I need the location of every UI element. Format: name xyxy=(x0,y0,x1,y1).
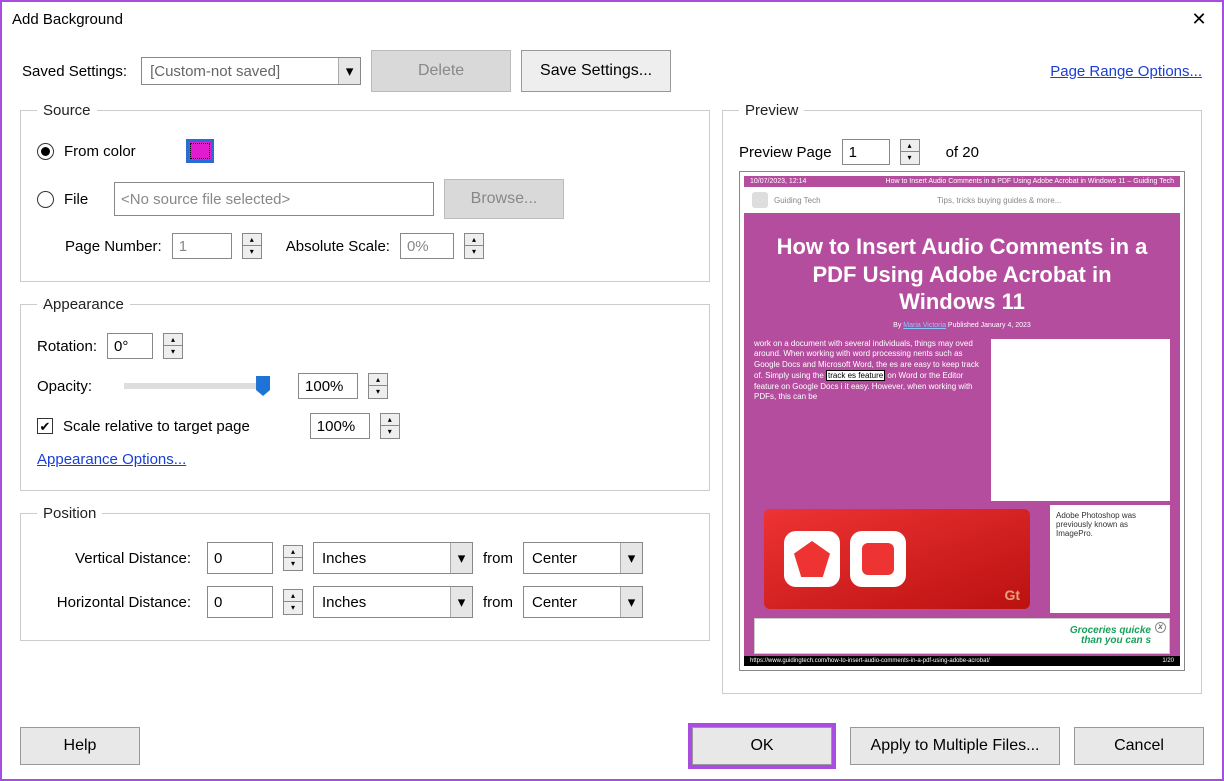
preview-page-total: of 20 xyxy=(946,144,979,161)
rotation-label: Rotation: xyxy=(37,338,97,355)
chevron-down-icon[interactable]: ▾ xyxy=(450,543,472,573)
vertical-distance-input[interactable] xyxy=(207,542,273,574)
close-icon[interactable]: ✕ xyxy=(1184,9,1214,30)
pv-foot-page: 1/20 xyxy=(1162,658,1174,664)
pv-app-banner: Gt xyxy=(764,509,1030,609)
browse-button: Browse... xyxy=(444,179,564,219)
save-settings-button[interactable]: Save Settings... xyxy=(521,50,671,92)
vertical-from-value: Center xyxy=(524,550,620,567)
pv-byline: By Maria Victoria Published January 4, 2… xyxy=(774,322,1150,329)
horizontal-unit-value: Inches xyxy=(314,594,450,611)
file-label: File xyxy=(64,191,104,208)
pv-hero-title: How to Insert Audio Comments in a PDF Us… xyxy=(774,233,1150,316)
pv-sidebar-note: Adobe Photoshop was previously known as … xyxy=(1050,505,1170,613)
acrobat-icon xyxy=(784,531,840,587)
appearance-legend: Appearance xyxy=(37,296,130,313)
horizontal-from-dropdown[interactable]: Center ▾ xyxy=(523,586,643,618)
chevron-down-icon[interactable]: ▾ xyxy=(620,543,642,573)
vertical-distance-label: Vertical Distance: xyxy=(37,550,197,567)
page-number-input xyxy=(172,233,232,259)
scale-relative-label: Scale relative to target page xyxy=(63,418,250,435)
page-number-spinner: ▴▾ xyxy=(242,233,262,259)
vertical-distance-spinner[interactable]: ▴▾ xyxy=(283,545,303,571)
page-range-options-link[interactable]: Page Range Options... xyxy=(1050,63,1202,80)
source-group: Source From color File Browse... Page Nu… xyxy=(20,102,710,282)
vertical-from-dropdown[interactable]: Center ▾ xyxy=(523,542,643,574)
preview-group: Preview Preview Page ▴▾ of 20 10/07/2023… xyxy=(722,102,1202,694)
from-color-label: From color xyxy=(64,143,136,160)
opacity-label: Opacity: xyxy=(37,378,92,395)
horizontal-distance-label: Horizontal Distance: xyxy=(37,594,197,611)
pv-sitename: Guiding Tech xyxy=(774,196,821,205)
opacity-input[interactable] xyxy=(298,373,358,399)
color-swatch[interactable] xyxy=(186,139,214,163)
chevron-down-icon[interactable]: ▾ xyxy=(450,587,472,617)
preview-legend: Preview xyxy=(739,102,804,119)
absolute-scale-label: Absolute Scale: xyxy=(286,238,390,255)
vertical-unit-value: Inches xyxy=(314,550,450,567)
file-radio[interactable] xyxy=(37,191,54,208)
preview-page-spinner[interactable]: ▴▾ xyxy=(900,139,920,165)
audio-icon xyxy=(850,531,906,587)
position-legend: Position xyxy=(37,505,102,522)
window-title: Add Background xyxy=(12,11,123,28)
ad-product-icon xyxy=(761,622,881,650)
position-group: Position Vertical Distance: ▴▾ Inches ▾ … xyxy=(20,505,710,641)
preview-page-input[interactable] xyxy=(842,139,890,165)
ad-close-icon: x xyxy=(1155,622,1166,633)
pv-top-title: How to Insert Audio Comments in a PDF Us… xyxy=(886,178,1174,185)
pv-tagline: Tips, tricks buying guides & more... xyxy=(827,196,1172,205)
apply-multiple-button[interactable]: Apply to Multiple Files... xyxy=(850,727,1060,765)
rotation-spinner[interactable]: ▴▾ xyxy=(163,333,183,359)
help-button[interactable]: Help xyxy=(20,727,140,765)
pv-image-placeholder xyxy=(991,339,1170,502)
file-path-input xyxy=(114,182,434,216)
horizontal-unit-dropdown[interactable]: Inches ▾ xyxy=(313,586,473,618)
from-color-radio[interactable] xyxy=(37,143,54,160)
appearance-options-link[interactable]: Appearance Options... xyxy=(37,451,186,468)
rotation-input[interactable] xyxy=(107,333,153,359)
opacity-spinner[interactable]: ▴▾ xyxy=(368,373,388,399)
pv-ad-banner: Groceries quickethan you can s x xyxy=(754,618,1170,654)
delete-button: Delete xyxy=(371,50,511,92)
saved-settings-value: [Custom-not saved] xyxy=(142,63,338,80)
site-logo-icon xyxy=(752,192,768,208)
page-number-label: Page Number: xyxy=(65,238,162,255)
from-label: from xyxy=(483,594,513,611)
appearance-group: Appearance Rotation: ▴▾ Opacity: ▴▾ ✔ Sc… xyxy=(20,296,710,491)
horizontal-distance-input[interactable] xyxy=(207,586,273,618)
pv-timestamp: 10/07/2023, 12:14 xyxy=(750,178,806,185)
pv-body-text: work on a document with several individu… xyxy=(754,339,981,502)
cancel-button[interactable]: Cancel xyxy=(1074,727,1204,765)
scale-relative-spinner[interactable]: ▴▾ xyxy=(380,413,400,439)
preview-thumbnail: 10/07/2023, 12:14 How to Insert Audio Co… xyxy=(739,171,1185,671)
saved-settings-dropdown[interactable]: [Custom-not saved] ▾ xyxy=(141,57,361,85)
pv-foot-url: https://www.guidingtech.com/how-to-inser… xyxy=(750,658,990,664)
scale-relative-input[interactable] xyxy=(310,413,370,439)
vertical-unit-dropdown[interactable]: Inches ▾ xyxy=(313,542,473,574)
slider-thumb-icon[interactable] xyxy=(256,376,270,396)
scale-relative-checkbox[interactable]: ✔ xyxy=(37,418,53,434)
saved-settings-label: Saved Settings: xyxy=(22,63,127,80)
source-legend: Source xyxy=(37,102,97,119)
horizontal-distance-spinner[interactable]: ▴▾ xyxy=(283,589,303,615)
preview-page-label: Preview Page xyxy=(739,144,832,161)
gt-watermark-icon: Gt xyxy=(1004,587,1020,603)
ok-button[interactable]: OK xyxy=(692,727,832,765)
chevron-down-icon[interactable]: ▾ xyxy=(338,58,360,84)
horizontal-from-value: Center xyxy=(524,594,620,611)
chevron-down-icon[interactable]: ▾ xyxy=(620,587,642,617)
opacity-slider[interactable] xyxy=(124,383,264,389)
from-label: from xyxy=(483,550,513,567)
absolute-scale-input xyxy=(400,233,454,259)
absolute-scale-spinner: ▴▾ xyxy=(464,233,484,259)
